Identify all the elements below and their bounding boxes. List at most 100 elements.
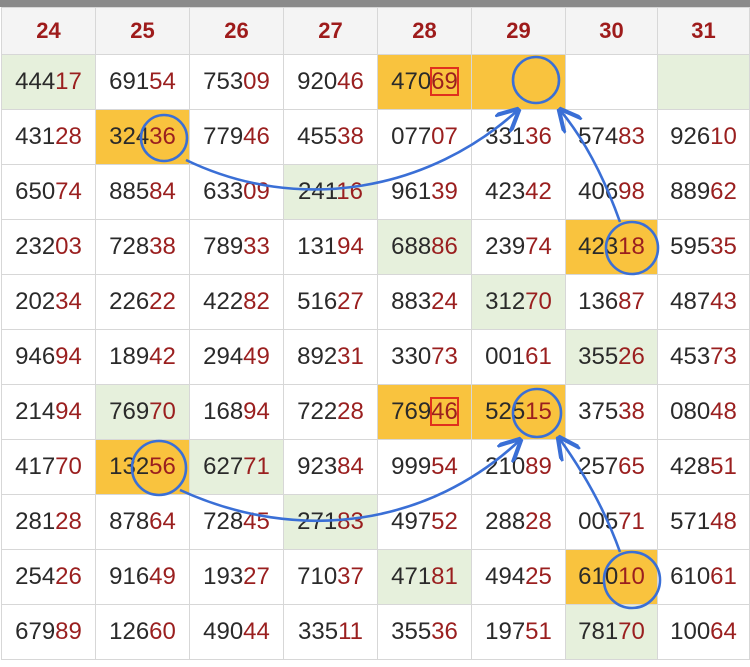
grid-body: 44417 69154 75309 92046 47069 43128 32436 77946…	[1, 54, 750, 660]
number-suffix: 48	[710, 508, 737, 535]
number-cell: 42282	[189, 274, 284, 330]
number-prefix: 753	[203, 68, 244, 95]
number-suffix: 09	[243, 178, 270, 205]
number-cell: 12660	[95, 604, 190, 660]
number-cell: 37538	[565, 384, 658, 440]
number-cell: 25426	[1, 549, 96, 605]
number-cell: 59535	[657, 219, 750, 275]
number-cell: 13256	[95, 439, 190, 495]
number-cell: 20234	[1, 274, 96, 330]
number-prefix: 132	[109, 453, 150, 480]
number-suffix: 62	[710, 178, 737, 205]
number-cell: 65074	[1, 164, 96, 220]
number-cell: 96139	[377, 164, 472, 220]
lottery-grid-screen: 24 25 26 27 28 29 30 31 44417 69154 75309 9…	[0, 0, 750, 667]
number-prefix: 574	[578, 123, 619, 150]
number-cell: 78933	[189, 219, 284, 275]
number-suffix: 56	[149, 453, 176, 480]
number-cell: 72845	[189, 494, 284, 550]
number-suffix: 74	[525, 233, 552, 260]
number-cell: 28128	[1, 494, 96, 550]
number-cell: 08048	[657, 384, 750, 440]
number-prefix: 923	[297, 453, 338, 480]
number-prefix: 312	[485, 288, 526, 315]
number-prefix: 423	[578, 233, 619, 260]
number-cell: 42342	[471, 164, 566, 220]
number-suffix: 65	[618, 453, 645, 480]
number-cell: 72228	[283, 384, 378, 440]
number-cell: 40698	[565, 164, 658, 220]
number-cell: 19327	[189, 549, 284, 605]
number-cell: 49044	[189, 604, 284, 660]
number-prefix: 595	[670, 233, 711, 260]
number-suffix: 83	[618, 123, 645, 150]
number-cell: 92384	[283, 439, 378, 495]
number-cell	[471, 54, 566, 110]
number-prefix: 271	[297, 508, 338, 535]
number-prefix: 920	[297, 68, 338, 95]
number-suffix: 84	[149, 178, 176, 205]
number-suffix: 52	[431, 508, 458, 535]
number-cell: 77946	[189, 109, 284, 165]
number-suffix: 03	[55, 233, 82, 260]
number-prefix: 926	[670, 123, 711, 150]
number-cell: 42318	[565, 219, 658, 275]
number-cell: 13687	[565, 274, 658, 330]
number-suffix: 71	[618, 508, 645, 535]
number-suffix: 69	[430, 67, 459, 96]
number-cell: 94694	[1, 329, 96, 385]
number-suffix: 25	[525, 563, 552, 590]
number-suffix: 81	[431, 563, 458, 590]
number-suffix: 61	[710, 563, 737, 590]
number-prefix: 650	[15, 178, 56, 205]
number-cell: 33073	[377, 329, 472, 385]
number-cell: 69154	[95, 54, 190, 110]
number-prefix: 487	[670, 288, 711, 315]
number-suffix: 82	[243, 288, 270, 315]
number-suffix: 60	[149, 618, 176, 645]
number-prefix: 197	[485, 618, 526, 645]
number-prefix: 571	[670, 508, 711, 535]
number-cell: 42851	[657, 439, 750, 495]
number-prefix: 168	[203, 398, 244, 425]
number-cell: 88962	[657, 164, 750, 220]
number-prefix: 885	[109, 178, 150, 205]
number-cell: 32436	[95, 109, 190, 165]
number-cell: 10064	[657, 604, 750, 660]
number-suffix: 28	[55, 508, 82, 535]
number-prefix: 497	[391, 508, 432, 535]
number-suffix: 09	[243, 68, 270, 95]
number-cell: 35526	[565, 329, 658, 385]
number-suffix: 70	[149, 398, 176, 425]
number-prefix: 406	[578, 178, 619, 205]
number-cell: 00571	[565, 494, 658, 550]
number-prefix: 431	[15, 123, 56, 150]
table-row: 43128 32436 77946 45538 07707 33136 57483 92610	[1, 109, 750, 165]
number-cell: 88584	[95, 164, 190, 220]
number-cell: 28828	[471, 494, 566, 550]
number-prefix: 281	[15, 508, 56, 535]
number-cell: 47181	[377, 549, 472, 605]
number-prefix: 131	[297, 233, 338, 260]
number-suffix: 83	[337, 508, 364, 535]
number-prefix: 100	[670, 618, 711, 645]
number-suffix: 18	[618, 233, 645, 260]
number-cell: 57148	[657, 494, 750, 550]
number-prefix: 355	[578, 343, 619, 370]
number-prefix: 728	[109, 233, 150, 260]
column-header: 25	[95, 7, 190, 55]
number-cell: 92046	[283, 54, 378, 110]
number-cell: 47069	[377, 54, 472, 110]
number-prefix: 005	[578, 508, 619, 535]
number-prefix: 422	[203, 288, 244, 315]
number-prefix: 471	[391, 563, 432, 590]
number-suffix: 27	[243, 563, 270, 590]
number-prefix: 525	[485, 398, 526, 425]
number-prefix: 288	[485, 508, 526, 535]
number-cell: 49752	[377, 494, 472, 550]
number-suffix: 10	[710, 123, 737, 150]
number-prefix: 789	[203, 233, 244, 260]
number-prefix: 136	[578, 288, 619, 315]
number-cell: 44417	[1, 54, 96, 110]
number-prefix: 781	[578, 618, 619, 645]
